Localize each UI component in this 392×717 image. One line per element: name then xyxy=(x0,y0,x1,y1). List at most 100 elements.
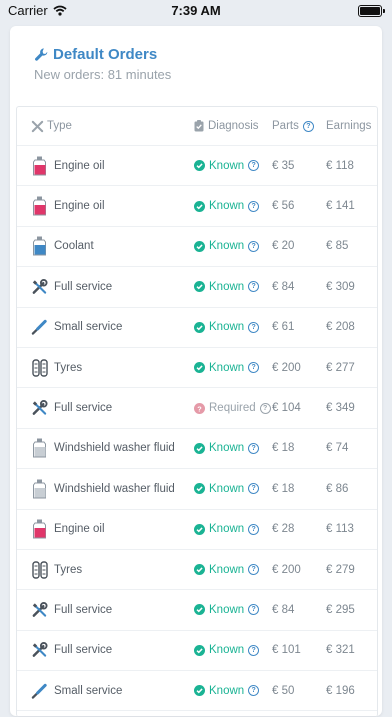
diagnosis-label: Known xyxy=(209,523,245,536)
diagnosis-label: Known xyxy=(209,603,245,616)
diagnosis-label: Known xyxy=(209,240,245,253)
cell-diagnosis: Known ? xyxy=(194,348,260,387)
help-icon[interactable]: ? xyxy=(248,240,260,252)
cell-earnings: € 349 xyxy=(326,402,355,415)
orders-table: Type Diagnosis Parts ? Earnings Engine o… xyxy=(16,106,378,717)
cell-parts: € 18 xyxy=(272,442,295,455)
cell-diagnosis: Known ? xyxy=(194,186,260,225)
table-row[interactable]: Windshield washer fluid Known ? € 18 € 8… xyxy=(17,469,377,510)
check-circle-icon xyxy=(194,483,205,495)
table-row[interactable]: Full service Known ? € 101 € 321 xyxy=(17,631,377,672)
help-icon[interactable]: ? xyxy=(248,564,260,576)
check-circle-icon xyxy=(194,321,205,333)
cell-diagnosis: Known ? xyxy=(194,590,260,629)
table-row[interactable]: Engine oil Known ? € 56 € 141 xyxy=(17,186,377,227)
help-icon[interactable]: ? xyxy=(302,120,314,132)
type-label: Full service xyxy=(54,603,113,616)
help-icon[interactable]: ? xyxy=(248,281,260,293)
table-row[interactable]: Engine oil Known ? € 28 € 113 xyxy=(17,510,377,550)
cell-earnings: € 74 xyxy=(326,442,349,455)
cell-earnings: € 279 xyxy=(326,563,355,576)
type-label: Windshield washer fluid xyxy=(54,442,175,455)
type-label: Windshield washer fluid xyxy=(54,482,175,495)
type-label: Tyres xyxy=(54,563,83,576)
check-circle-icon xyxy=(194,240,205,252)
table-row[interactable]: Full service Known ? € 84 € 309 xyxy=(17,267,377,308)
wrench-screwdriver-icon xyxy=(31,599,48,621)
table-row[interactable]: Windshield washer fluid Known ? € 18 € 7… xyxy=(17,429,377,470)
diagnosis-label: Known xyxy=(209,159,245,172)
column-earnings[interactable]: Earnings xyxy=(326,107,371,145)
help-icon[interactable]: ? xyxy=(248,200,260,212)
cell-type: Coolant xyxy=(31,227,94,266)
cell-diagnosis: Known ? xyxy=(194,510,260,549)
page-title: Default Orders xyxy=(34,46,382,63)
column-type[interactable]: Type xyxy=(31,107,72,145)
washer-fluid-bottle-icon xyxy=(31,478,48,500)
cell-parts: € 200 xyxy=(272,361,301,374)
table-row[interactable]: Tyres Known ? € 200 € 279 xyxy=(17,550,377,591)
cell-parts: € 35 xyxy=(272,159,295,172)
table-row[interactable]: Small service Known ? € 61 € 208 xyxy=(17,308,377,348)
diagnosis-label: Known xyxy=(209,280,245,293)
cell-type: Tyres xyxy=(31,550,82,589)
help-icon[interactable]: ? xyxy=(248,604,260,616)
cell-earnings: € 295 xyxy=(326,603,355,616)
help-icon[interactable]: ? xyxy=(248,160,260,172)
cell-earnings: € 208 xyxy=(326,321,355,334)
help-icon[interactable]: ? xyxy=(248,483,260,495)
type-label: Tyres xyxy=(54,361,83,374)
help-icon[interactable]: ? xyxy=(248,644,260,656)
wrench-icon xyxy=(35,48,48,61)
check-circle-icon xyxy=(194,160,205,172)
oil-bottle-icon xyxy=(31,518,48,540)
cell-parts: € 101 xyxy=(272,644,301,657)
cell-earnings: € 309 xyxy=(326,280,355,293)
diagnosis-label: Known xyxy=(209,442,245,455)
cell-diagnosis: Known ? xyxy=(194,267,260,306)
table-row[interactable]: Engine oil Known ? € 35 € 118 xyxy=(17,146,377,187)
column-parts[interactable]: Parts ? xyxy=(272,107,314,145)
help-icon[interactable]: ? xyxy=(248,321,260,333)
cell-parts: € 18 xyxy=(272,482,295,495)
cell-parts: € 84 xyxy=(272,603,295,616)
coolant-bottle-icon xyxy=(31,235,48,257)
diagnosis-label: Required xyxy=(209,402,256,415)
type-label: Full service xyxy=(54,280,113,293)
new-orders-info: New orders: 81 minutes xyxy=(34,67,172,82)
table-row[interactable]: Tyres Known ? € 200 € 277 xyxy=(17,348,377,389)
table-row[interactable]: Full service ? Required ? € 104 € 349 xyxy=(17,388,377,429)
cell-earnings: € 277 xyxy=(326,361,355,374)
type-label: Small service xyxy=(54,321,123,334)
question-circle-icon: ? xyxy=(194,402,205,414)
type-label: Engine oil xyxy=(54,159,105,172)
type-label: Full service xyxy=(54,644,113,657)
tyres-icon xyxy=(31,357,48,379)
help-icon[interactable]: ? xyxy=(248,523,260,535)
diagnosis-label: Known xyxy=(209,321,245,334)
wrench-screwdriver-icon xyxy=(31,639,48,661)
cell-type: Small service xyxy=(31,671,122,710)
column-diagnosis-label: Diagnosis xyxy=(208,120,259,132)
table-row[interactable]: Small service Known ? € 50 € 196 xyxy=(17,671,377,712)
check-circle-icon xyxy=(194,200,205,212)
oil-bottle-icon xyxy=(31,195,48,217)
check-circle-icon xyxy=(194,362,205,374)
diagnosis-label: Known xyxy=(209,684,245,697)
table-row[interactable]: Coolant Known ? € 20 € 85 xyxy=(17,227,377,268)
column-diagnosis[interactable]: Diagnosis xyxy=(194,107,259,145)
status-bar: Carrier 7:39 AM xyxy=(0,0,392,22)
cell-type: Full service xyxy=(31,590,112,629)
help-icon[interactable]: ? xyxy=(248,442,260,454)
help-icon[interactable]: ? xyxy=(248,685,260,697)
table-row[interactable]: Full service Known ? € 84 € 295 xyxy=(17,590,377,631)
check-circle-icon xyxy=(194,685,205,697)
cell-diagnosis: Known ? xyxy=(194,308,260,347)
cell-earnings: € 321 xyxy=(326,644,355,657)
check-circle-icon xyxy=(194,523,205,535)
diagnosis-label: Known xyxy=(209,644,245,657)
cell-parts: € 28 xyxy=(272,523,295,536)
help-icon[interactable]: ? xyxy=(259,402,271,414)
column-parts-label: Parts xyxy=(272,120,299,132)
help-icon[interactable]: ? xyxy=(248,362,260,374)
